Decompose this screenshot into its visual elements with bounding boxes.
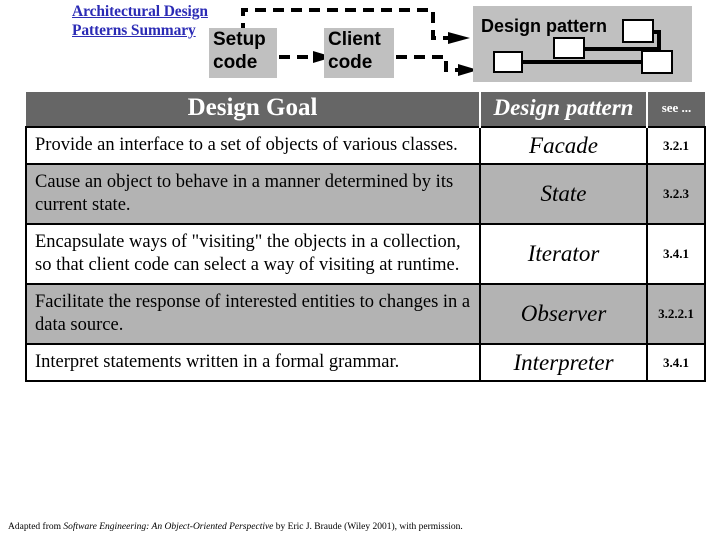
pattern-node-1 xyxy=(493,51,523,73)
cell-design-goal: Facilitate the response of interested en… xyxy=(25,283,481,345)
table-row: Cause an object to behave in a manner de… xyxy=(25,163,706,225)
client-code-box: Client code xyxy=(324,28,394,78)
pattern-node-3 xyxy=(622,19,654,43)
pattern-node-2 xyxy=(553,37,585,59)
pattern-node-4 xyxy=(641,50,673,74)
cell-design-pattern: Observer xyxy=(479,283,648,345)
cell-design-goal: Encapsulate ways of "visiting" the objec… xyxy=(25,223,481,285)
design-pattern-panel: Design pattern xyxy=(473,6,692,82)
source-attribution: Adapted from Software Engineering: An Ob… xyxy=(8,521,463,533)
column-header-see: see ... xyxy=(646,92,705,127)
cell-design-pattern: State xyxy=(479,163,648,225)
table-row: Interpret statements written in a formal… xyxy=(25,343,706,382)
cell-see-reference: 3.4.1 xyxy=(646,223,706,285)
cell-design-goal: Cause an object to behave in a manner de… xyxy=(25,163,481,225)
cell-see-reference: 3.2.2.1 xyxy=(646,283,706,345)
design-patterns-table-wrapper: Design Goal Design pattern see ... Provi… xyxy=(25,92,706,382)
cell-design-goal: Interpret statements written in a formal… xyxy=(25,343,481,382)
column-header-design-goal: Design Goal xyxy=(26,92,480,127)
design-patterns-table: Design Goal Design pattern see ... Provi… xyxy=(25,92,706,382)
table-header: Design Goal Design pattern see ... xyxy=(26,92,705,127)
cell-design-pattern: Facade xyxy=(479,126,648,165)
cell-see-reference: 3.2.3 xyxy=(646,163,706,225)
table-header-row: Design Goal Design pattern see ... xyxy=(26,92,705,127)
column-header-design-pattern: Design pattern xyxy=(479,92,647,127)
design-pattern-panel-label: Design pattern xyxy=(481,16,608,36)
setup-code-box: Setup code xyxy=(209,28,277,78)
attribution-suffix: by Eric J. Braude (Wiley 2001), with per… xyxy=(273,522,463,532)
cell-design-pattern: Interpreter xyxy=(479,343,648,382)
cell-see-reference: 3.4.1 xyxy=(646,343,706,382)
table-row: Facilitate the response of interested en… xyxy=(25,283,706,345)
pattern-connector-horizontal-main xyxy=(521,60,659,64)
cell-design-pattern: Iterator xyxy=(479,223,648,285)
attribution-prefix: Adapted from xyxy=(8,522,64,532)
table-body: Provide an interface to a set of objects… xyxy=(25,126,706,382)
table-row: Encapsulate ways of "visiting" the objec… xyxy=(25,223,706,285)
header-diagram-banner: Architectural Design Patterns Summary Se… xyxy=(0,0,720,92)
attribution-work-title: Software Engineering: An Object-Oriented… xyxy=(63,522,274,532)
cell-design-goal: Provide an interface to a set of objects… xyxy=(25,126,481,165)
table-row: Provide an interface to a set of objects… xyxy=(25,126,706,165)
architectural-design-patterns-summary-link[interactable]: Architectural Design Patterns Summary xyxy=(72,2,222,40)
cell-see-reference: 3.2.1 xyxy=(646,126,706,165)
